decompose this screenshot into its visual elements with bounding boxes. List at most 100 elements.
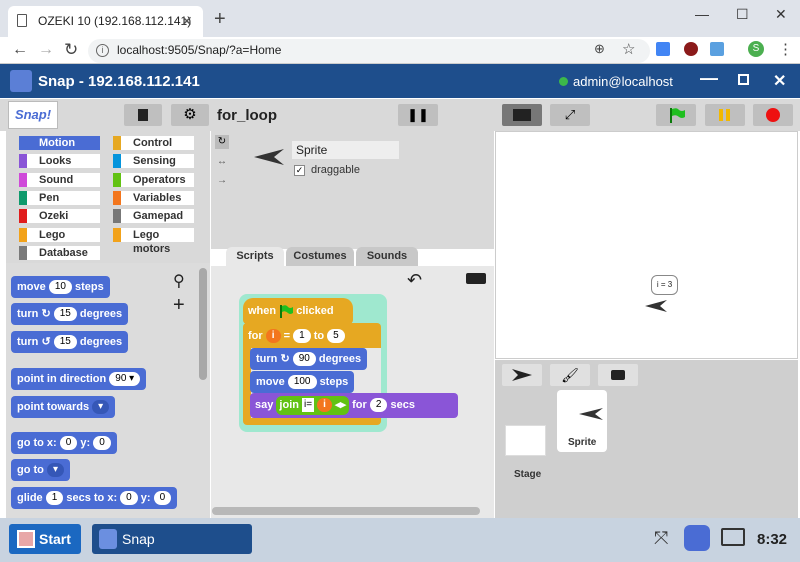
pause-button[interactable]: [705, 104, 745, 126]
no-rotate-icon[interactable]: →: [215, 174, 229, 188]
ublock-extension-icon[interactable]: [684, 42, 698, 56]
zoom-icon[interactable]: ⊕: [594, 41, 605, 57]
glide-block[interactable]: glide 1 secs to x: 0 y: 0: [11, 487, 178, 509]
join-block[interactable]: join i= i ◂▸: [276, 395, 350, 415]
turn-input[interactable]: 90: [292, 352, 316, 367]
browser-tab[interactable]: OZEKI 10 (192.168.112.141): [8, 6, 203, 37]
point-towards-block[interactable]: point towards ▾: [11, 396, 116, 418]
category-operators[interactable]: Operators: [113, 172, 194, 187]
goto-x-input[interactable]: 0: [59, 436, 78, 451]
category-looks[interactable]: Looks: [19, 154, 100, 169]
undo-icon[interactable]: ↶: [407, 270, 422, 291]
category-gamepad[interactable]: Gamepad: [113, 209, 194, 224]
snap-maximize-button[interactable]: [738, 74, 749, 85]
new-turtle-button[interactable]: [502, 364, 542, 386]
tab-scripts[interactable]: Scripts: [226, 247, 284, 266]
sprite-thumbnail[interactable]: Sprite: [557, 390, 607, 452]
green-flag-button[interactable]: [656, 104, 696, 126]
info-icon[interactable]: i: [96, 44, 109, 57]
goto-y-input[interactable]: 0: [93, 436, 111, 451]
rotate-icon[interactable]: ↻: [215, 135, 229, 149]
extension-icon[interactable]: [710, 42, 724, 56]
keyboard-icon[interactable]: [466, 273, 486, 284]
join-var-i[interactable]: i: [317, 397, 332, 412]
minimize-button[interactable]: —: [695, 6, 709, 22]
close-button[interactable]: ✕: [775, 6, 787, 23]
say-secs-input[interactable]: 2: [369, 398, 388, 413]
turn-left-input[interactable]: 15: [53, 335, 77, 350]
settings-button[interactable]: ⚙: [171, 104, 209, 126]
say-for-secs-block[interactable]: say join i= i ◂▸ for 2 secs: [250, 393, 458, 418]
palette-scrollbar[interactable]: [199, 268, 207, 380]
translate-extension-icon[interactable]: [656, 42, 670, 56]
goto-dropdown[interactable]: ▾: [46, 463, 64, 478]
search-icon[interactable]: ⚲: [173, 271, 185, 291]
menu-icon[interactable]: ⋮: [778, 40, 793, 58]
reload-icon[interactable]: ↻: [64, 40, 78, 60]
category-variables[interactable]: Variables: [113, 190, 194, 205]
stage-thumbnail[interactable]: [505, 425, 546, 456]
category-ozeki[interactable]: Ozeki: [19, 209, 100, 224]
turn-left-block[interactable]: turn ↺ 15 degrees: [11, 331, 129, 353]
snap-minimize-button[interactable]: —: [700, 68, 718, 89]
tab-close-icon[interactable]: ✕: [181, 13, 193, 30]
category-lego[interactable]: Lego: [19, 227, 100, 242]
maximize-button[interactable]: ☐: [736, 6, 749, 23]
glide-x-input[interactable]: 0: [120, 491, 138, 506]
category-sensing[interactable]: Sensing: [113, 154, 194, 169]
scripts-scrollbar[interactable]: [212, 507, 480, 515]
move-block[interactable]: move 10 steps: [11, 276, 110, 298]
network-icon[interactable]: ⤧: [654, 528, 668, 549]
stage-canvas[interactable]: [495, 131, 798, 359]
snap-logo[interactable]: Snap!: [8, 101, 58, 129]
monitor-icon[interactable]: [721, 528, 745, 546]
turn-block[interactable]: turn ↻ 90 degrees: [250, 348, 368, 370]
direction-dropdown[interactable]: 90 ▾: [109, 372, 141, 387]
forward-icon[interactable]: →: [38, 41, 54, 59]
step-button[interactable]: ❚❚: [398, 104, 438, 126]
turn-right-input[interactable]: 15: [53, 307, 77, 322]
file-button[interactable]: [124, 104, 162, 126]
go-to-block[interactable]: go to ▾: [11, 459, 70, 481]
paint-sprite-button[interactable]: 🖌: [550, 364, 590, 386]
robot-dog-icon[interactable]: [684, 525, 710, 551]
tab-costumes[interactable]: Costumes: [286, 247, 354, 266]
sprite-name-field[interactable]: Sprite: [292, 141, 399, 159]
move-script-block[interactable]: move 100 steps: [250, 371, 355, 393]
for-from-input[interactable]: 1: [293, 329, 311, 344]
category-motion[interactable]: Motion: [19, 136, 100, 150]
category-pen[interactable]: Pen: [19, 190, 100, 205]
move-input[interactable]: 100: [287, 375, 317, 390]
move-steps-input[interactable]: 10: [48, 280, 72, 295]
towards-dropdown[interactable]: ▾: [92, 400, 110, 415]
turn-right-block[interactable]: turn ↻ 15 degrees: [11, 303, 129, 325]
for-var-i[interactable]: i: [265, 329, 281, 344]
bookmark-star-icon[interactable]: ☆: [622, 40, 635, 58]
when-flag-clicked-block[interactable]: when clicked: [243, 298, 353, 324]
camera-button[interactable]: [598, 364, 638, 386]
category-sound[interactable]: Sound: [19, 172, 100, 187]
url-text[interactable]: localhost:9505/Snap/?a=Home: [117, 43, 281, 57]
profile-avatar[interactable]: S: [748, 41, 764, 57]
new-tab-icon[interactable]: +: [214, 8, 226, 31]
category-lego-motors[interactable]: Lego motors: [113, 227, 194, 255]
category-database[interactable]: Database: [19, 245, 100, 260]
stop-button[interactable]: [753, 104, 793, 126]
sprite-arrow-icon[interactable]: [645, 300, 667, 312]
flip-icon[interactable]: ↔: [215, 155, 229, 169]
add-icon[interactable]: +: [173, 294, 185, 317]
snap-close-button[interactable]: ✕: [773, 71, 786, 91]
normal-stage-button[interactable]: [502, 104, 542, 126]
glide-secs-input[interactable]: 1: [45, 491, 64, 506]
back-icon[interactable]: ←: [12, 41, 28, 59]
fullscreen-button[interactable]: ⤢: [550, 104, 590, 126]
for-to-input[interactable]: 5: [327, 329, 345, 344]
point-in-direction-block[interactable]: point in direction 90 ▾: [11, 368, 147, 390]
draggable-checkbox[interactable]: ✓: [294, 165, 305, 176]
join-arrows-icon[interactable]: ◂▸: [335, 399, 346, 411]
category-control[interactable]: Control: [113, 136, 194, 150]
glide-y-input[interactable]: 0: [153, 491, 172, 506]
go-to-xy-block[interactable]: go to x: 0 y: 0: [11, 432, 117, 454]
tab-sounds[interactable]: Sounds: [356, 247, 418, 266]
join-text-input[interactable]: i=: [302, 397, 315, 412]
